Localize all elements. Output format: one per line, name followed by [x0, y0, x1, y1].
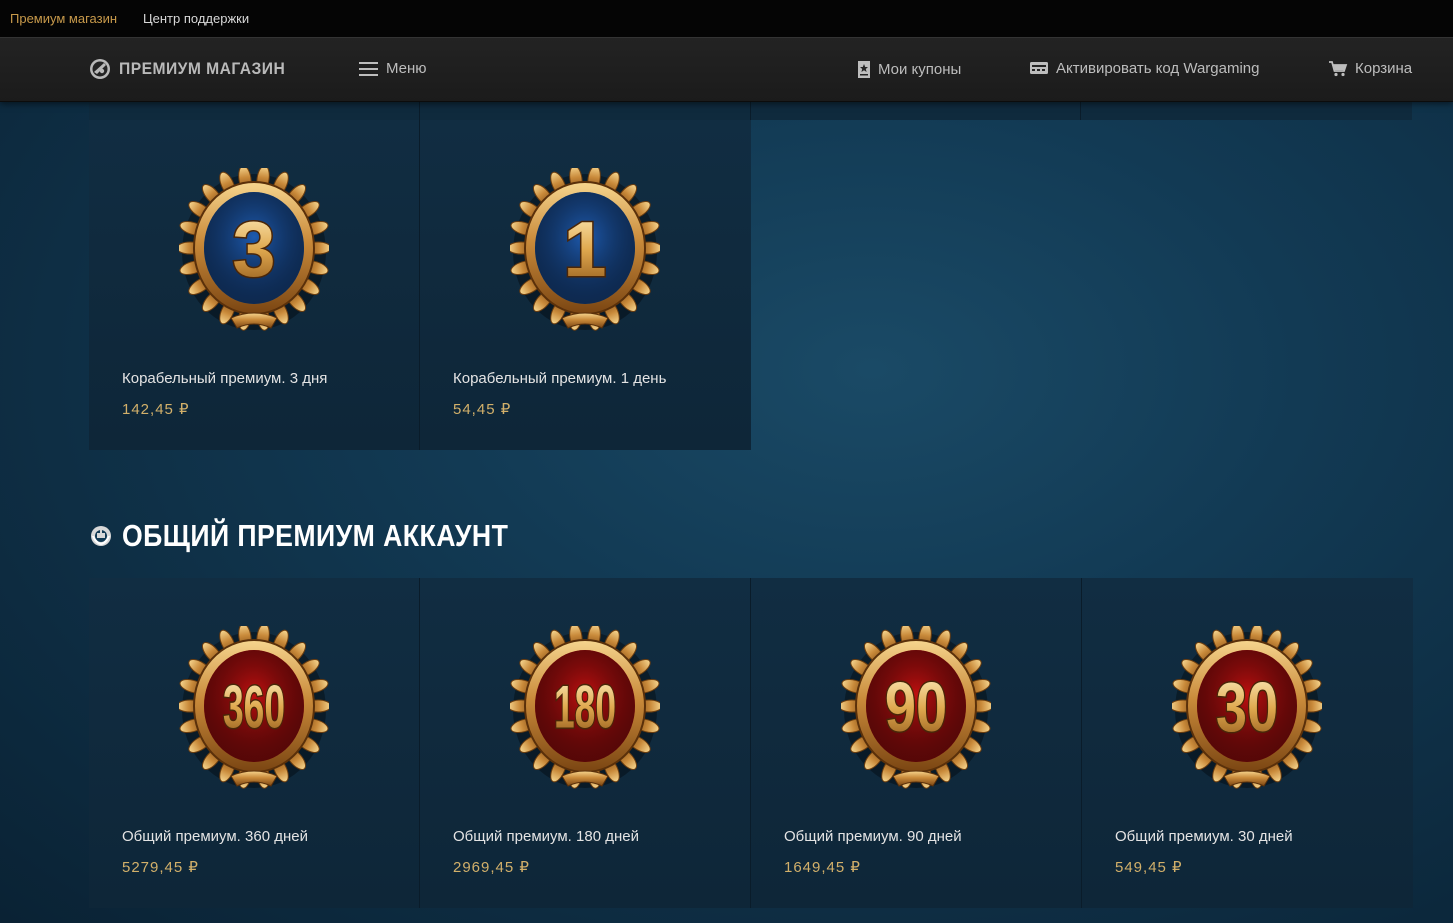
- product-title: Корабельный премиум. 3 дня: [122, 370, 328, 387]
- menu-button[interactable]: Меню: [359, 60, 427, 77]
- product-card-general-premium-30[interactable]: 30 Общий премиум. 30 дней 549,45 ₽: [1082, 578, 1413, 908]
- coupon-icon: [858, 61, 870, 78]
- cart-label: Корзина: [1355, 60, 1413, 77]
- product-card-general-premium-180[interactable]: 180 Общий премиум. 180 дней 2969,45 ₽: [420, 578, 751, 908]
- product-title: Корабельный премиум. 1 день: [453, 370, 667, 387]
- product-title: Общий премиум. 360 дней: [122, 828, 308, 845]
- product-price: 142,45 ₽: [122, 401, 190, 418]
- svg-text:30: 30: [1216, 669, 1278, 746]
- product-price: 5279,45 ₽: [122, 859, 199, 876]
- product-price: 1649,45 ₽: [784, 859, 861, 876]
- partial-card[interactable]: [89, 102, 420, 120]
- product-title: Общий премиум. 180 дней: [453, 828, 639, 845]
- support-center-link[interactable]: Центр поддержки: [143, 11, 249, 26]
- main-header: ПРЕМИУМ МАГАЗИН Меню Мои купоны Активиро…: [0, 37, 1453, 102]
- partial-card[interactable]: [419, 102, 751, 120]
- svg-text:360: 360: [223, 674, 285, 741]
- activate-code-link[interactable]: Активировать код Wargaming: [1029, 60, 1259, 77]
- section-title: ОБЩИЙ ПРЕМИУМ АККАУНТ: [122, 518, 509, 553]
- cart-link[interactable]: Корзина: [1328, 60, 1412, 77]
- svg-text:180: 180: [554, 674, 616, 741]
- premium-badge-icon: 30: [1169, 623, 1325, 791]
- cart-icon: [1329, 61, 1348, 77]
- general-premium-grid: 360 Общий премиум. 360 дней 5279,45 ₽ 18…: [89, 578, 1413, 908]
- product-card-general-premium-360[interactable]: 360 Общий премиум. 360 дней 5279,45 ₽: [89, 578, 420, 908]
- previous-cards-row: [89, 102, 1412, 120]
- logo-text: ПРЕМИУМ МАГАЗИН: [119, 59, 286, 78]
- product-price: 2969,45 ₽: [453, 859, 530, 876]
- my-coupons-label: Мои купоны: [878, 61, 962, 78]
- product-title: Общий премиум. 30 дней: [1115, 828, 1293, 845]
- premium-badge-icon: 3: [176, 165, 332, 333]
- premium-badge-icon: 180: [507, 623, 663, 791]
- top-utility-bar: Премиум магазин Центр поддержки: [0, 0, 1453, 37]
- menu-label: Меню: [386, 60, 427, 77]
- product-price: 549,45 ₽: [1115, 859, 1183, 876]
- section-header-general-premium: ОБЩИЙ ПРЕМИУМ АККАУНТ: [89, 518, 571, 554]
- wargaming-logo-icon: [90, 59, 110, 79]
- product-card-ship-premium-3[interactable]: 3 Корабельный премиум. 3 дня 142,45 ₽: [89, 120, 420, 450]
- my-coupons-link[interactable]: Мои купоны: [857, 60, 961, 79]
- premium-badge-icon: 1: [507, 165, 663, 333]
- product-card-ship-premium-1[interactable]: 1 Корабельный премиум. 1 день 54,45 ₽: [420, 120, 751, 450]
- premium-badge-icon: 360: [176, 623, 332, 791]
- ship-premium-grid: 3 Корабельный премиум. 3 дня 142,45 ₽ 1 …: [89, 120, 751, 450]
- svg-text:3: 3: [232, 205, 275, 293]
- hamburger-icon: [359, 61, 378, 76]
- product-card-general-premium-90[interactable]: 90 Общий премиум. 90 дней 1649,45 ₽: [751, 578, 1082, 908]
- premium-badge-icon: 90: [838, 623, 994, 791]
- svg-text:90: 90: [885, 669, 947, 746]
- code-card-icon: [1030, 62, 1048, 74]
- svg-text:1: 1: [563, 205, 606, 293]
- partial-card[interactable]: [1081, 102, 1412, 120]
- activate-code-label: Активировать код Wargaming: [1056, 60, 1260, 77]
- partial-card[interactable]: [750, 102, 1082, 120]
- shop-logo[interactable]: ПРЕМИУМ МАГАЗИН: [89, 58, 300, 80]
- premium-shop-link[interactable]: Премиум магазин: [10, 11, 117, 26]
- product-price: 54,45 ₽: [453, 401, 512, 418]
- product-title: Общий премиум. 90 дней: [784, 828, 962, 845]
- wot-emblem-icon: [91, 526, 111, 546]
